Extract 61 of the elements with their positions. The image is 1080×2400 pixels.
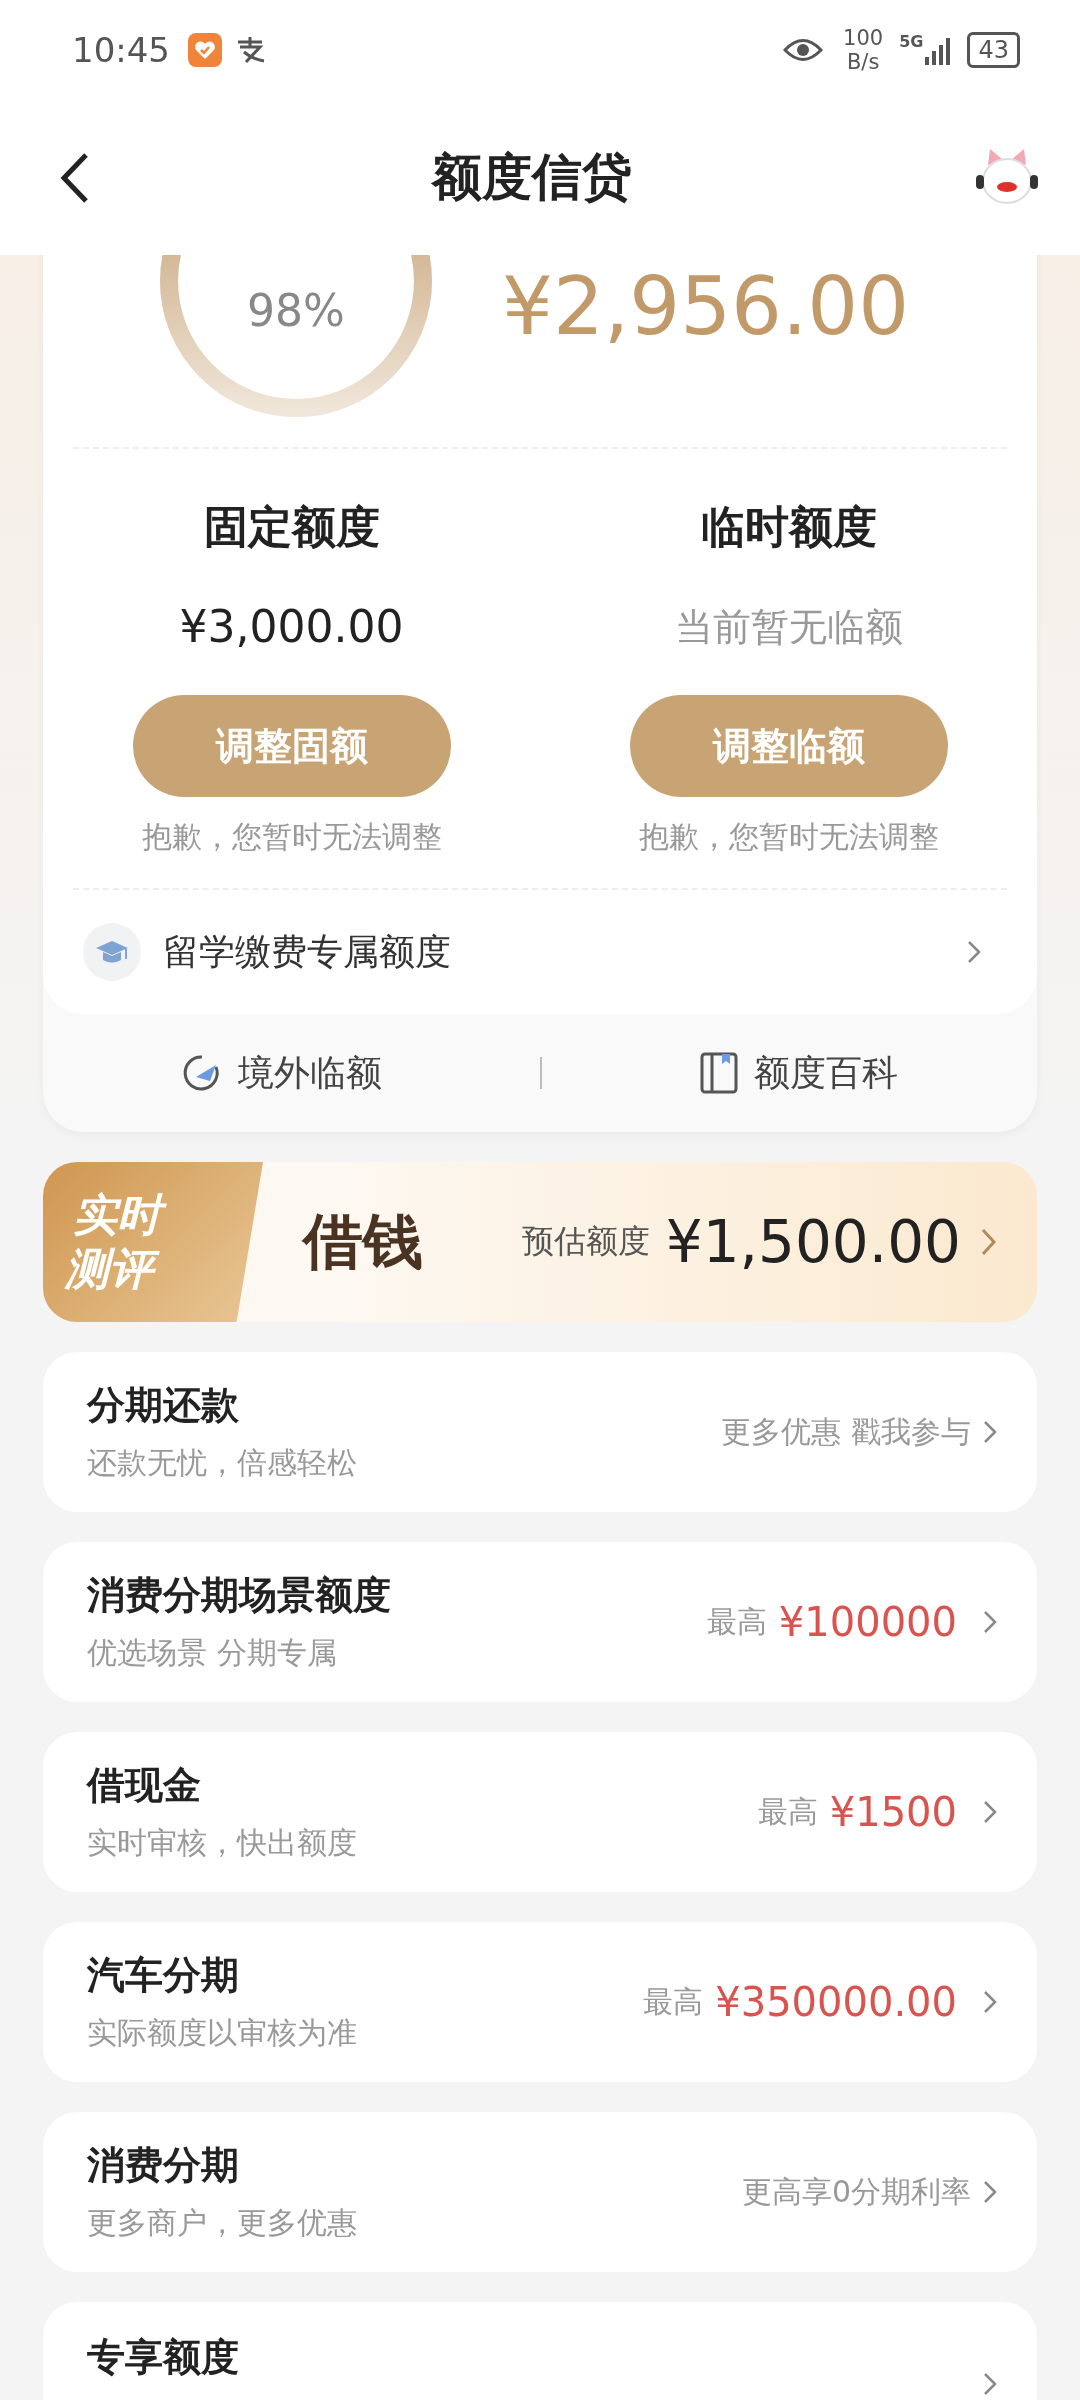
- status-time: 10:45: [72, 30, 170, 70]
- eye-icon: [783, 37, 824, 63]
- loan-banner[interactable]: 实时 测评 借钱 预估额度 ¥1,500.00: [43, 1162, 1037, 1322]
- remaining-percent: 98%: [246, 285, 346, 336]
- product-card[interactable]: 借现金 实时审核，快出额度 最高 ¥1500: [43, 1732, 1037, 1892]
- product-subtitle: 优选场景 分期专属: [87, 1634, 338, 1672]
- product-title: 专享额度: [87, 2334, 239, 2381]
- available-amount: ¥2,956.00: [502, 259, 910, 353]
- product-card[interactable]: 专享额度: [43, 2302, 1037, 2400]
- product-subtitle: 实际额度以审核为准: [87, 2014, 357, 2052]
- net-unit: B/s: [846, 50, 880, 74]
- book-icon: [700, 1052, 738, 1094]
- heart-app-icon: [188, 33, 222, 67]
- product-title: 汽车分期: [87, 1952, 240, 1999]
- chevron-right-icon: [981, 1228, 997, 1256]
- banner-title: 借钱: [303, 1204, 423, 1278]
- evaluation-badge: 实时 测评: [43, 1162, 263, 1322]
- product-note: 更多优惠 戳我参与: [721, 1412, 971, 1451]
- chevron-right-icon: [983, 1990, 997, 2014]
- product-note: 最高: [706, 1602, 767, 1641]
- study-quota-row[interactable]: 留学缴费专属额度: [73, 890, 1007, 1014]
- product-max-amount: ¥1500: [829, 1789, 957, 1835]
- quota-amount: 当前暂无临额: [674, 604, 903, 651]
- product-note: 最高: [643, 1982, 704, 2021]
- product-title: 分期还款: [87, 1382, 240, 1429]
- product-title: 消费分期: [87, 2142, 240, 2189]
- product-subtitle: 还款无忧，倍感轻松: [87, 1444, 357, 1482]
- shortcut-link[interactable]: 境外临额: [182, 1048, 382, 1098]
- net-speed: 100: [843, 26, 884, 50]
- chevron-right-icon: [983, 2372, 997, 2396]
- product-note: 最高: [757, 1792, 818, 1831]
- network-type: 5G: [899, 32, 924, 51]
- quota-amount: ¥3,000.00: [179, 600, 404, 654]
- product-card[interactable]: 消费分期场景额度 优选场景 分期专属 最高 ¥100000: [43, 1542, 1037, 1702]
- chevron-right-icon: [983, 1610, 997, 1634]
- quota-note: 抱歉，您暂时无法调整: [638, 818, 939, 856]
- chevron-right-icon: [983, 1800, 997, 1824]
- back-icon[interactable]: [60, 151, 90, 204]
- product-card[interactable]: 汽车分期 实际额度以审核为准 最高 ¥350000.00: [43, 1922, 1037, 2082]
- estimate-label: 预估额度: [521, 1221, 650, 1262]
- estimate-amount: ¥1,500.00: [665, 1208, 961, 1276]
- chevron-right-icon: [983, 1420, 997, 1444]
- shortcut-link[interactable]: 额度百科: [700, 1048, 898, 1098]
- product-card[interactable]: 分期还款 还款无忧，倍感轻松 更多优惠 戳我参与: [43, 1352, 1037, 1512]
- battery-indicator: 43: [967, 32, 1020, 68]
- product-subtitle: 实时审核，快出额度: [87, 1824, 357, 1862]
- chevron-right-icon: [983, 2180, 997, 2204]
- product-note: 更高享0分期利率: [741, 2172, 971, 2211]
- product-title: 消费分期场景额度: [87, 1572, 391, 1619]
- quota-title: 临时额度: [700, 500, 877, 554]
- quota-title: 固定额度: [203, 500, 380, 554]
- product-subtitle: 更多商户，更多优惠: [87, 2204, 357, 2242]
- product-card[interactable]: 消费分期 更多商户，更多优惠 更高享0分期利率: [43, 2112, 1037, 2272]
- product-max-amount: ¥100000: [778, 1599, 957, 1645]
- chevron-right-icon: [967, 940, 981, 964]
- quota-note: 抱歉，您暂时无法调整: [141, 818, 442, 856]
- product-title: 借现金: [87, 1762, 202, 1809]
- graduation-cap-icon: [83, 923, 141, 981]
- product-max-amount: ¥350000.00: [715, 1979, 957, 2025]
- page-title: 额度信贷: [432, 147, 632, 208]
- plane-circle-icon: [182, 1053, 222, 1093]
